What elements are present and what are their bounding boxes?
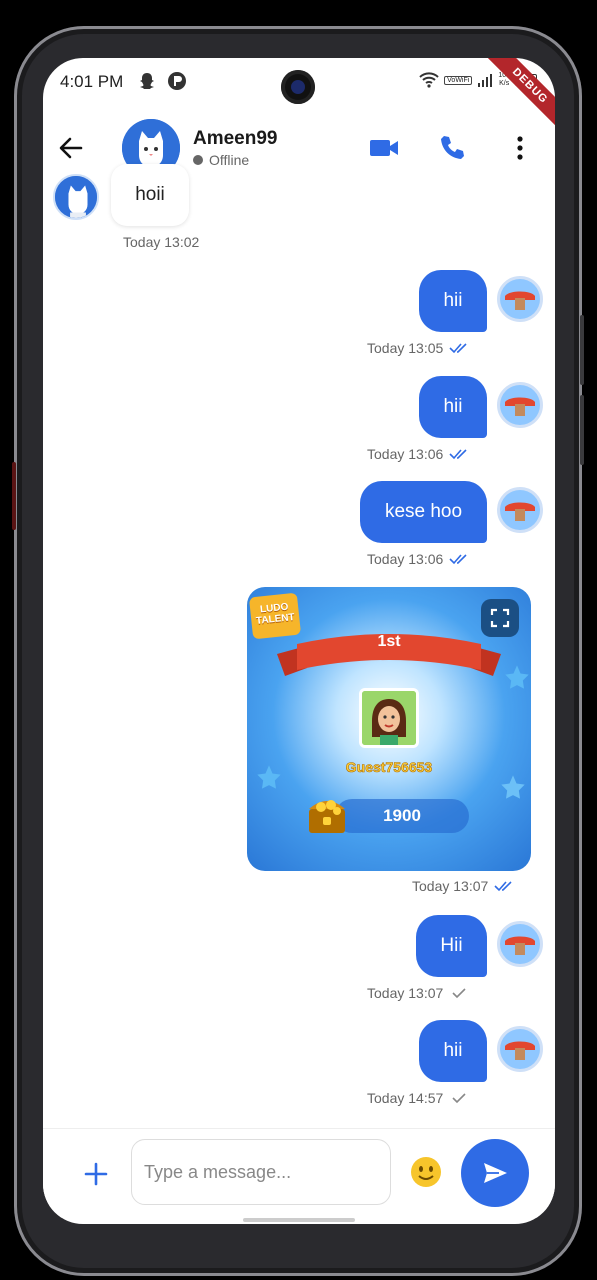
rank-label: 1st <box>377 633 401 650</box>
volume-button <box>580 315 584 385</box>
message-bubble-out[interactable]: Hii <box>416 915 487 977</box>
message-meta: Today 13:05 <box>367 340 469 356</box>
message-bubble-out[interactable]: kese hoo <box>360 481 487 543</box>
plus-icon[interactable] <box>79 1157 113 1191</box>
player-name: Guest756653 <box>345 759 433 776</box>
message-text: Hii <box>440 935 463 956</box>
peer-status: Offline <box>193 152 249 168</box>
ludo-avatar-icon <box>500 924 540 964</box>
message-time: Today 13:02 <box>123 234 200 250</box>
message-time: Today 13:07 <box>367 985 444 1001</box>
emoji-icon[interactable] <box>409 1155 443 1189</box>
own-avatar <box>497 382 543 428</box>
ludo-avatar-icon <box>500 1029 540 1069</box>
cat-avatar-icon <box>55 176 97 218</box>
app-notification-icon <box>168 72 186 90</box>
side-accent <box>12 462 16 530</box>
signal-icon <box>478 74 493 87</box>
message-time: Today 13:05 <box>367 340 444 356</box>
message-time: Today 13:06 <box>367 446 444 462</box>
player-avatar <box>359 688 419 748</box>
home-indicator <box>243 1218 355 1222</box>
girl-avatar-icon <box>362 691 416 745</box>
message-meta: Today 14:57 <box>367 1090 469 1106</box>
message-meta: Today 13:02 <box>123 234 199 250</box>
net-speed-unit: K/s <box>499 80 510 87</box>
double-check-icon <box>449 449 467 460</box>
more-vert-icon[interactable] <box>502 130 538 166</box>
message-text: hoii <box>135 184 165 205</box>
star-icon <box>505 665 529 689</box>
message-time: Today 14:57 <box>367 1090 444 1106</box>
peer-name: Ameen99 <box>193 128 278 149</box>
ludo-avatar-icon <box>500 490 540 530</box>
peer-message-avatar <box>53 174 99 220</box>
peer-status-text: Offline <box>209 152 250 168</box>
double-check-icon <box>494 881 512 892</box>
message-bubble-in[interactable]: hoii <box>111 164 189 226</box>
expand-icon <box>490 608 510 628</box>
message-text: hii <box>443 1040 463 1061</box>
own-avatar <box>497 276 543 322</box>
game-result-card[interactable]: LUDO TALENT 1st Guest756653 1900 <box>247 587 531 871</box>
composer-bar <box>43 1128 555 1218</box>
message-bubble-out[interactable]: hii <box>419 270 487 332</box>
ludo-avatar-icon <box>500 279 540 319</box>
star-icon <box>501 775 525 799</box>
own-avatar <box>497 487 543 533</box>
status-time: 4:01 PM <box>60 72 124 91</box>
status-bar: 4:01 PM VoWiFi 104K/s 38 DEBUG <box>43 58 555 132</box>
send-icon <box>484 1163 507 1183</box>
check-icon <box>452 1093 466 1104</box>
message-meta: Today 13:06 <box>367 551 469 567</box>
message-text: hii <box>443 396 463 417</box>
message-text: kese hoo <box>384 501 463 522</box>
snapchat-icon <box>140 73 154 89</box>
message-meta: Today 13:07 <box>367 985 469 1001</box>
front-camera <box>281 70 315 104</box>
double-check-icon <box>449 343 467 354</box>
message-time: Today 13:07 <box>412 878 489 894</box>
check-icon <box>452 988 466 999</box>
ludo-avatar-icon <box>500 385 540 425</box>
message-meta: Today 13:06 <box>367 446 469 462</box>
vowifi-label: VoWiFi <box>444 75 473 85</box>
own-avatar <box>497 1026 543 1072</box>
message-list[interactable]: hoii Today 13:02 hii Today 13:05 hii Tod… <box>43 164 555 1128</box>
power-button <box>580 395 584 465</box>
offline-dot <box>193 155 203 165</box>
back-arrow-icon[interactable] <box>55 132 87 164</box>
own-avatar <box>497 921 543 967</box>
message-bubble-out[interactable]: hii <box>419 376 487 438</box>
message-text: hii <box>443 290 463 311</box>
screen: 4:01 PM VoWiFi 104K/s 38 DEBUG <box>43 58 555 1224</box>
coin-amount: 1900 <box>335 799 469 833</box>
wifi-icon <box>419 72 439 88</box>
video-call-icon[interactable] <box>366 130 402 166</box>
message-time: Today 13:06 <box>367 551 444 567</box>
message-bubble-out[interactable]: hii <box>419 1020 487 1082</box>
double-check-icon <box>449 554 467 565</box>
phone-icon[interactable] <box>434 130 470 166</box>
treasure-chest-icon <box>309 800 345 833</box>
message-meta: Today 13:07 <box>412 878 514 894</box>
send-button[interactable] <box>461 1139 529 1207</box>
message-input[interactable] <box>131 1139 391 1205</box>
